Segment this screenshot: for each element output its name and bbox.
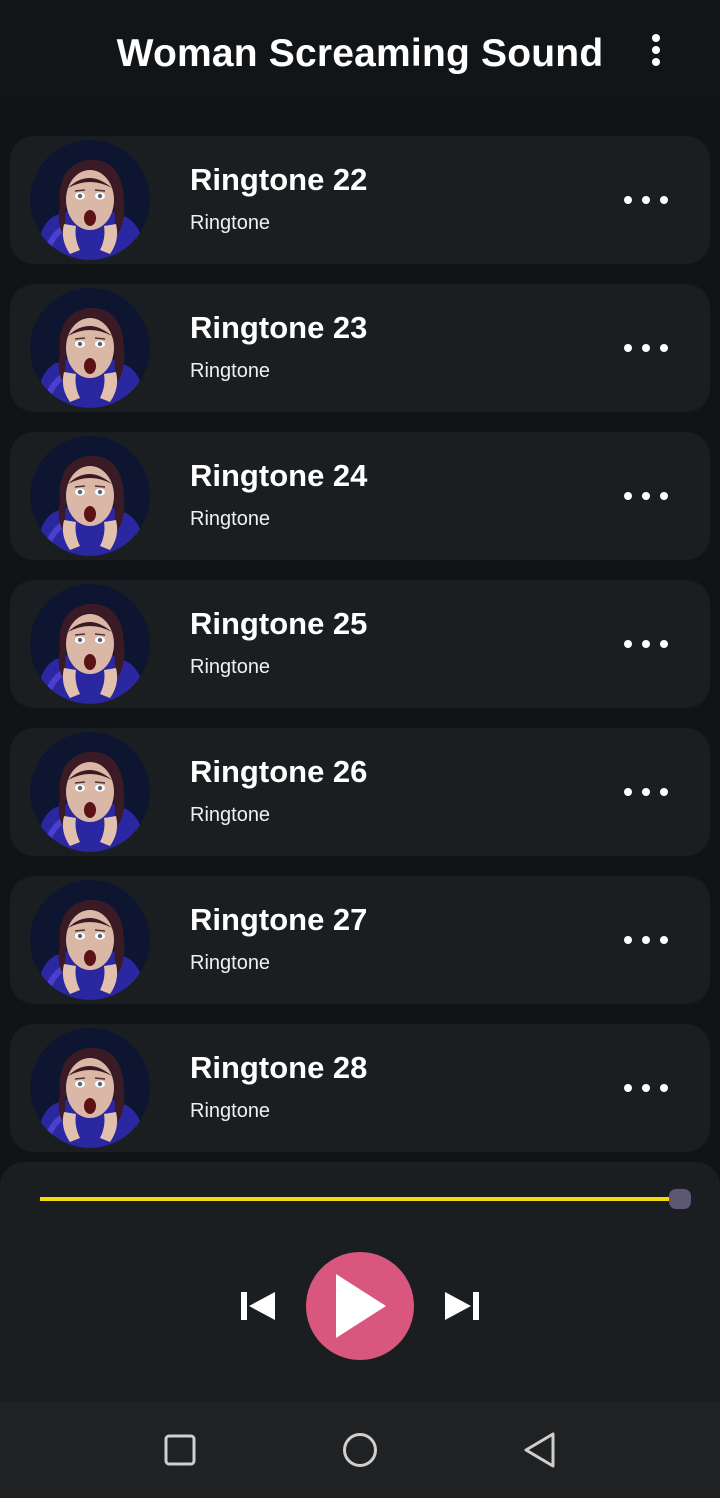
more-horiz-icon[interactable] xyxy=(618,920,674,960)
more-horiz-icon[interactable] xyxy=(618,624,674,664)
recent-apps-icon[interactable] xyxy=(156,1426,204,1474)
ringtone-subtitle: Ringtone xyxy=(190,212,271,234)
skip-next-icon[interactable] xyxy=(440,1288,484,1324)
more-horiz-icon[interactable] xyxy=(618,328,674,368)
home-icon[interactable] xyxy=(336,1426,384,1474)
more-vert-icon[interactable] xyxy=(636,26,676,74)
ringtone-thumbnail xyxy=(30,880,150,1000)
seek-thumb[interactable] xyxy=(669,1189,691,1209)
ringtone-list[interactable]: Ringtone 22 Ringtone Ringtone 23 Ringtone Ri… xyxy=(0,0,720,1160)
system-navigation-bar xyxy=(0,1402,720,1498)
app-bar: Woman Screaming Sound xyxy=(0,0,720,100)
ringtone-thumbnail xyxy=(30,140,150,260)
ringtone-item[interactable]: Ringtone 28 Ringtone xyxy=(10,1024,710,1152)
play-icon xyxy=(336,1274,386,1338)
ringtone-thumbnail xyxy=(30,1028,150,1148)
ringtone-subtitle: Ringtone xyxy=(190,1100,271,1122)
ringtone-title: Ringtone 28 xyxy=(190,1050,368,1085)
ringtone-thumbnail xyxy=(30,288,150,408)
ringtone-thumbnail xyxy=(30,436,150,556)
ringtone-subtitle: Ringtone xyxy=(190,952,271,974)
ringtone-item[interactable]: Ringtone 27 Ringtone xyxy=(10,876,710,1004)
more-horiz-icon[interactable] xyxy=(618,476,674,516)
app-title: Woman Screaming Sound xyxy=(116,32,604,75)
ringtone-subtitle: Ringtone xyxy=(190,508,271,530)
more-horiz-icon[interactable] xyxy=(618,772,674,812)
player-panel xyxy=(0,1162,720,1402)
ringtone-title: Ringtone 25 xyxy=(190,606,368,641)
ringtone-item[interactable]: Ringtone 25 Ringtone xyxy=(10,580,710,708)
more-horiz-icon[interactable] xyxy=(618,180,674,220)
ringtone-title: Ringtone 27 xyxy=(190,902,368,937)
ringtone-thumbnail xyxy=(30,732,150,852)
ringtone-item[interactable]: Ringtone 26 Ringtone xyxy=(10,728,710,856)
back-icon[interactable] xyxy=(516,1426,564,1474)
ringtone-title: Ringtone 22 xyxy=(190,162,368,197)
ringtone-item[interactable]: Ringtone 22 Ringtone xyxy=(10,136,710,264)
ringtone-thumbnail xyxy=(30,584,150,704)
ringtone-subtitle: Ringtone xyxy=(190,656,271,678)
ringtone-title: Ringtone 23 xyxy=(190,310,368,345)
ringtone-title: Ringtone 24 xyxy=(190,458,368,493)
seek-bar[interactable] xyxy=(40,1189,691,1209)
ringtone-item[interactable]: Ringtone 24 Ringtone xyxy=(10,432,710,560)
more-horiz-icon[interactable] xyxy=(618,1068,674,1108)
ringtone-title: Ringtone 26 xyxy=(190,754,368,789)
ringtone-item[interactable]: Ringtone 23 Ringtone xyxy=(10,284,710,412)
seek-bar-progress xyxy=(40,1197,680,1201)
play-button[interactable] xyxy=(306,1252,414,1360)
skip-previous-icon[interactable] xyxy=(236,1288,280,1324)
ringtone-subtitle: Ringtone xyxy=(190,360,271,382)
ringtone-subtitle: Ringtone xyxy=(190,804,271,826)
